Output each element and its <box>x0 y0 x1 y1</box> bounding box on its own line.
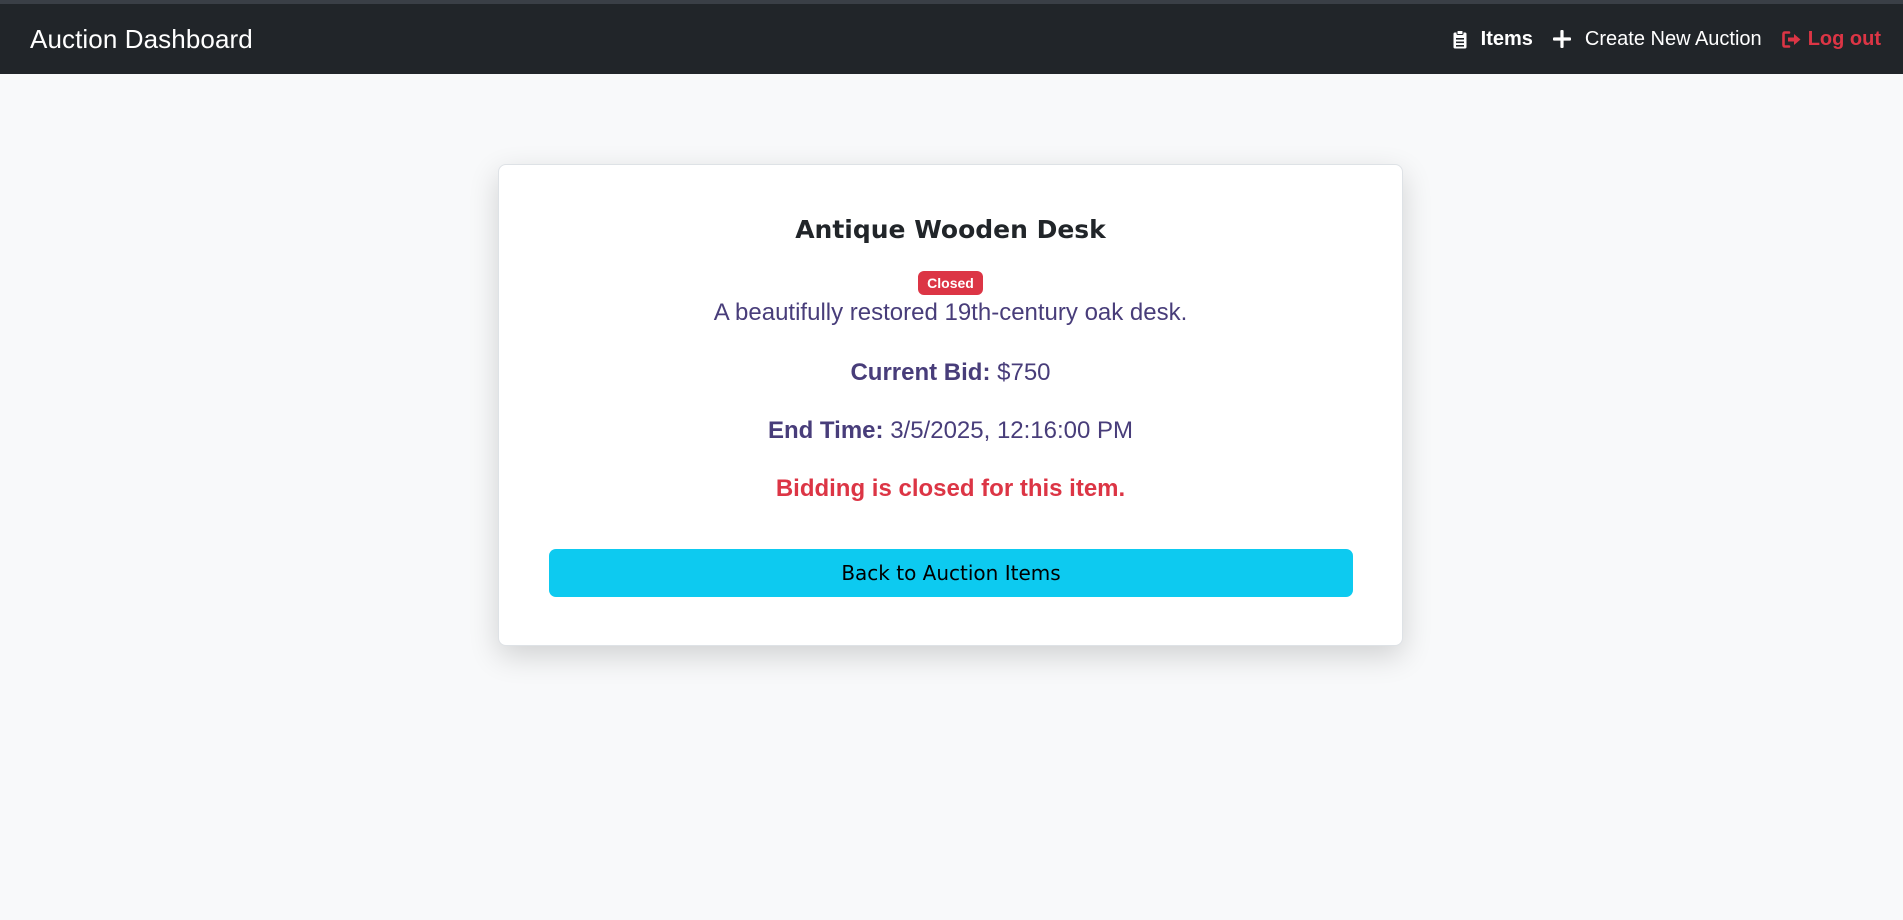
plus-icon <box>1552 30 1571 48</box>
nav-logout-link[interactable]: Log out <box>1781 27 1881 51</box>
bidding-closed-message: Bidding is closed for this item. <box>775 475 1126 502</box>
auction-item-card: Antique Wooden Desk Closed A beautifully… <box>498 164 1403 646</box>
nav-logout-label: Log out <box>1807 27 1881 50</box>
nav-items-label: Items <box>1480 27 1533 50</box>
nav-links: Items Create New Auction Log out <box>1433 28 1881 51</box>
end-time-line: End Time: 3/5/2025, 12:16:00 PM <box>499 417 1402 445</box>
status-badge-wrap: Closed <box>499 271 1402 295</box>
nav-create-auction-link[interactable]: Create New Auction <box>1552 27 1762 51</box>
sign-out-icon <box>1781 30 1802 48</box>
end-time-value: 3/5/2025, 12:16:00 PM <box>890 417 1134 444</box>
clipboard-list-icon <box>1453 29 1467 49</box>
current-bid-value: $750 <box>997 359 1051 386</box>
current-bid-label: Current Bid: <box>850 359 991 386</box>
nav-create-auction-label: Create New Auction <box>1584 27 1762 50</box>
navbar: Auction Dashboard Items Create New Aucti… <box>0 4 1903 74</box>
current-bid-line: Current Bid: $750 <box>499 359 1402 387</box>
item-description: A beautifully restored 19th-century oak … <box>713 299 1188 326</box>
nav-items-link[interactable]: Items <box>1453 28 1533 51</box>
back-to-auction-items-button[interactable]: Back to Auction Items <box>549 549 1353 597</box>
status-badge: Closed <box>918 271 983 295</box>
end-time-label: End Time: <box>767 417 884 444</box>
brand-title[interactable]: Auction Dashboard <box>30 24 253 55</box>
item-title: Antique Wooden Desk <box>795 215 1106 244</box>
